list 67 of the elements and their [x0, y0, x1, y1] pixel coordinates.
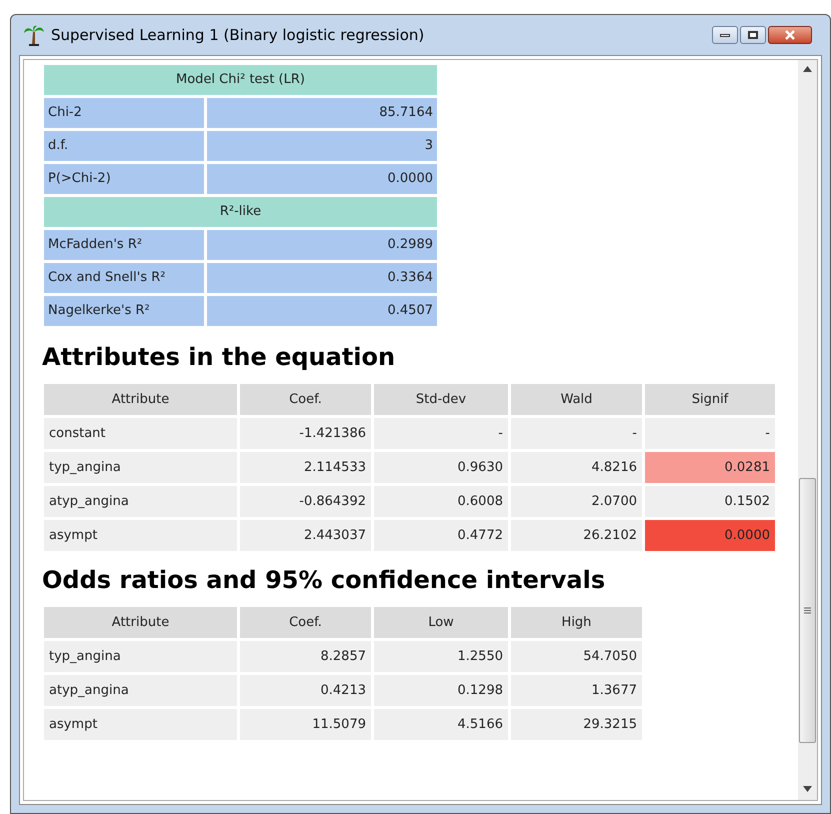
table-cell: - — [374, 418, 508, 449]
table-cell: 4.5166 — [374, 709, 508, 740]
table-cell: P(>Chi-2) — [44, 164, 204, 194]
table-cell: 0.3364 — [207, 263, 437, 293]
table-cell: -1.421386 — [240, 418, 371, 449]
table-cell: 0.0281 — [645, 452, 775, 483]
window-title: Supervised Learning 1 (Binary logistic regression) — [51, 24, 424, 46]
table-cell: 0.4213 — [240, 675, 371, 706]
section-heading: Attributes in the equation — [42, 342, 396, 373]
section-heading: Odds ratios and 95% confidence intervals — [42, 565, 606, 596]
table-cell: 26.2102 — [511, 520, 642, 551]
column-header: Std-dev — [374, 384, 508, 415]
table-cell: Nagelkerke's R² — [44, 296, 204, 326]
table-cell: typ_angina — [44, 641, 237, 672]
minimize-button[interactable] — [712, 26, 738, 44]
table-cell: atyp_angina — [44, 486, 237, 517]
column-header: Coef. — [240, 384, 371, 415]
table-cell: 1.2550 — [374, 641, 508, 672]
scrollbar-thumb[interactable] — [799, 478, 816, 743]
table-cell: 0.0000 — [645, 520, 775, 551]
scroll-up-icon[interactable] — [803, 66, 812, 72]
table-cell: 4.8216 — [511, 452, 642, 483]
maximize-button[interactable] — [740, 26, 766, 44]
column-header: Attribute — [44, 607, 237, 638]
table-cell: 8.2857 — [240, 641, 371, 672]
table-cell: 0.1502 — [645, 486, 775, 517]
column-header: Coef. — [240, 607, 371, 638]
section-header: R²-like — [44, 197, 437, 227]
table-cell: 2.0700 — [511, 486, 642, 517]
close-icon — [784, 30, 796, 40]
table-cell: 54.7050 — [511, 641, 642, 672]
table-cell: d.f. — [44, 131, 204, 161]
section-header: Model Chi² test (LR) — [44, 65, 437, 95]
close-button[interactable] — [768, 26, 812, 44]
table-cell: atyp_angina — [44, 675, 237, 706]
table-cell: 0.6008 — [374, 486, 508, 517]
table-cell: 2.443037 — [240, 520, 371, 551]
table-cell: 2.114533 — [240, 452, 371, 483]
table-cell: Cox and Snell's R² — [44, 263, 204, 293]
table-cell: 3 — [207, 131, 437, 161]
scrollbar[interactable] — [798, 60, 817, 800]
table-cell: 0.4772 — [374, 520, 508, 551]
table-cell: 0.2989 — [207, 230, 437, 260]
table-cell: - — [645, 418, 775, 449]
table-cell: -0.864392 — [240, 486, 371, 517]
table-cell: 11.5079 — [240, 709, 371, 740]
table-cell: - — [511, 418, 642, 449]
table-cell: asympt — [44, 709, 237, 740]
column-header: Signif — [645, 384, 775, 415]
column-header: Attribute — [44, 384, 237, 415]
table-cell: 0.1298 — [374, 675, 508, 706]
table-cell: typ_angina — [44, 452, 237, 483]
column-header: High — [511, 607, 642, 638]
table-cell: asympt — [44, 520, 237, 551]
table-cell: constant — [44, 418, 237, 449]
scroll-down-icon[interactable] — [803, 786, 812, 792]
column-header: Low — [374, 607, 508, 638]
table-cell: 85.7164 — [207, 98, 437, 128]
column-header: Wald — [511, 384, 642, 415]
table-cell: 0.9630 — [374, 452, 508, 483]
palm-tree-icon — [23, 24, 45, 46]
table-cell: 1.3677 — [511, 675, 642, 706]
table-cell: 0.4507 — [207, 296, 437, 326]
table-cell: Chi-2 — [44, 98, 204, 128]
table-cell: McFadden's R² — [44, 230, 204, 260]
table-cell: 29.3215 — [511, 709, 642, 740]
table-cell: 0.0000 — [207, 164, 437, 194]
